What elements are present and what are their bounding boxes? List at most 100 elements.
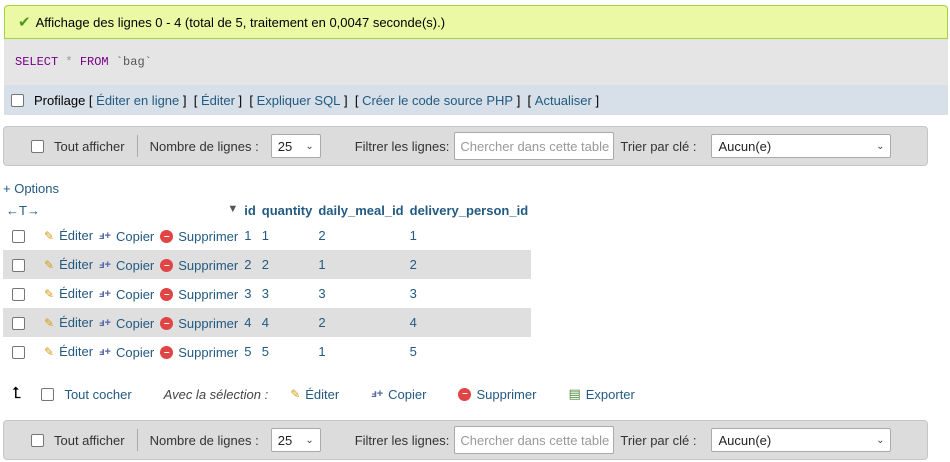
- sql-star: *: [65, 55, 73, 69]
- row-copy-link[interactable]: ⅎ+ Copier: [99, 345, 154, 360]
- show-all-checkbox[interactable]: [31, 433, 44, 447]
- show-all-label: Tout afficher: [54, 432, 125, 448]
- delete-icon: –: [160, 317, 174, 331]
- sort-by-key-select[interactable]: Aucun(e) ⌄: [711, 428, 892, 452]
- bulk-delete-button[interactable]: – Supprimer: [458, 387, 536, 402]
- row-copy-link[interactable]: ⅎ+ Copier: [99, 258, 154, 273]
- success-message-bar: ✔ Affichage des lignes 0 - 4 (total de 5…: [4, 5, 948, 39]
- row-checkbox[interactable]: [12, 346, 25, 360]
- filter-rows-placeholder: Chercher dans cette table: [460, 138, 610, 154]
- row-delete-link[interactable]: – Supprimer: [160, 345, 238, 360]
- row-checkbox[interactable]: [12, 230, 25, 244]
- row-edit-label: Éditer: [59, 344, 94, 360]
- bulk-copy-label: Copier: [388, 386, 427, 402]
- row-checkbox[interactable]: [12, 288, 25, 302]
- cell-id[interactable]: 1: [241, 221, 259, 250]
- row-copy-link[interactable]: ⅎ+ Copier: [99, 287, 154, 302]
- cell-quantity[interactable]: 1: [258, 221, 316, 250]
- column-header-daily-meal-id[interactable]: daily_meal_id: [315, 199, 407, 221]
- refresh-link[interactable]: Actualiser: [535, 93, 592, 108]
- profiling-checkbox[interactable]: [11, 93, 24, 107]
- sort-by-key-label: Trier par clé :: [620, 432, 697, 448]
- results-table: ←T→ ▼ id quantity daily_meal_id delivery…: [3, 199, 532, 366]
- bulk-delete-label: Supprimer: [476, 386, 537, 402]
- create-php-code-link[interactable]: Créer le code source PHP: [362, 93, 513, 108]
- cell-daily-meal-id[interactable]: 1: [315, 250, 407, 279]
- row-edit-link[interactable]: ✎ Éditer: [44, 286, 93, 301]
- table-row: ✎ Éditer ⅎ+ Copier – Supprimer 5 5 1 5: [3, 337, 532, 366]
- row-edit-link[interactable]: ✎ Éditer: [44, 257, 93, 272]
- check-all-checkbox[interactable]: [41, 387, 55, 401]
- show-all-checkbox[interactable]: [31, 139, 44, 153]
- delete-icon: –: [160, 346, 174, 360]
- row-checkbox[interactable]: [12, 317, 25, 331]
- sort-by-key-label: Trier par clé :: [620, 138, 697, 154]
- bulk-export-button[interactable]: ▤ Exporter: [568, 386, 634, 402]
- row-copy-link[interactable]: ⅎ+ Copier: [99, 229, 154, 244]
- copy-icon: ⅎ+: [99, 346, 111, 359]
- table-row: ✎ Éditer ⅎ+ Copier – Supprimer 4 4 2 4: [3, 308, 532, 337]
- cell-id[interactable]: 2: [241, 250, 259, 279]
- column-header-quantity[interactable]: quantity: [258, 199, 316, 221]
- filter-rows-label: Filtrer les lignes:: [354, 138, 450, 154]
- bulk-copy-button[interactable]: ⅎ+ Copier: [371, 387, 426, 402]
- column-resize-arrows[interactable]: ←T→: [6, 203, 40, 218]
- row-copy-label: Copier: [115, 315, 155, 331]
- cell-delivery-person-id[interactable]: 3: [406, 279, 532, 308]
- cell-delivery-person-id[interactable]: 1: [406, 221, 532, 250]
- row-delete-link[interactable]: – Supprimer: [160, 316, 238, 331]
- cell-quantity[interactable]: 4: [258, 308, 316, 337]
- cell-id[interactable]: 4: [241, 308, 259, 337]
- row-edit-label: Éditer: [59, 286, 94, 302]
- cell-daily-meal-id[interactable]: 1: [315, 337, 407, 366]
- cell-daily-meal-id[interactable]: 2: [315, 221, 407, 250]
- row-copy-link[interactable]: ⅎ+ Copier: [99, 316, 154, 331]
- cell-daily-meal-id[interactable]: 3: [315, 279, 407, 308]
- rows-count-label: Nombre de lignes :: [149, 432, 259, 448]
- cell-delivery-person-id[interactable]: 2: [406, 250, 532, 279]
- row-delete-link[interactable]: – Supprimer: [160, 258, 238, 273]
- row-delete-link[interactable]: – Supprimer: [160, 287, 238, 302]
- cell-daily-meal-id[interactable]: 2: [315, 308, 407, 337]
- row-edit-link[interactable]: ✎ Éditer: [44, 315, 93, 330]
- column-header-delivery-person-id[interactable]: delivery_person_id: [406, 199, 532, 221]
- filter-rows-input[interactable]: Chercher dans cette table: [454, 426, 615, 454]
- row-checkbox[interactable]: [12, 259, 25, 273]
- check-all-label[interactable]: Tout cocher: [64, 387, 131, 402]
- explain-sql-link[interactable]: Expliquer SQL: [257, 93, 341, 108]
- row-delete-label: Supprimer: [178, 229, 239, 245]
- edit-query-link[interactable]: Éditer: [201, 93, 235, 108]
- cell-quantity[interactable]: 5: [258, 337, 316, 366]
- edit-inline-link[interactable]: Éditer en ligne: [96, 93, 179, 108]
- arrow-up-left-icon: ⮤: [12, 385, 22, 402]
- filter-rows-label: Filtrer les lignes:: [354, 432, 450, 448]
- bulk-edit-button[interactable]: ✎ Éditer: [290, 387, 339, 402]
- cell-quantity[interactable]: 2: [258, 250, 316, 279]
- chevron-down-icon: ⌄: [876, 140, 885, 152]
- rows-count-select[interactable]: 25 ⌄: [270, 428, 321, 452]
- cell-id[interactable]: 3: [241, 279, 259, 308]
- divider: [136, 429, 138, 451]
- profiling-label: Profilage: [34, 92, 86, 108]
- copy-icon: ⅎ+: [99, 317, 111, 330]
- row-copy-label: Copier: [115, 286, 155, 302]
- rows-count-select[interactable]: 25 ⌄: [270, 134, 321, 158]
- row-delete-link[interactable]: – Supprimer: [160, 229, 238, 244]
- divider: [136, 135, 138, 157]
- cell-quantity[interactable]: 3: [258, 279, 316, 308]
- cell-id[interactable]: 5: [241, 337, 259, 366]
- rows-count-label: Nombre de lignes :: [149, 138, 259, 154]
- cell-delivery-person-id[interactable]: 4: [406, 308, 532, 337]
- column-header-id[interactable]: id: [241, 199, 259, 221]
- filter-rows-input[interactable]: Chercher dans cette table: [454, 132, 615, 160]
- sort-triangle-icon[interactable]: ▼: [227, 203, 238, 215]
- chevron-down-icon: ⌄: [876, 434, 885, 446]
- sort-by-key-select[interactable]: Aucun(e) ⌄: [711, 134, 892, 158]
- options-link[interactable]: + Options: [3, 181, 59, 196]
- row-edit-link[interactable]: ✎ Éditer: [44, 228, 93, 243]
- sort-by-key-value: Aucun(e): [718, 138, 772, 154]
- export-icon: ▤: [568, 386, 581, 401]
- row-edit-link[interactable]: ✎ Éditer: [44, 344, 93, 359]
- sql-query-box[interactable]: SELECT * FROM `bag`: [4, 39, 948, 85]
- cell-delivery-person-id[interactable]: 5: [406, 337, 532, 366]
